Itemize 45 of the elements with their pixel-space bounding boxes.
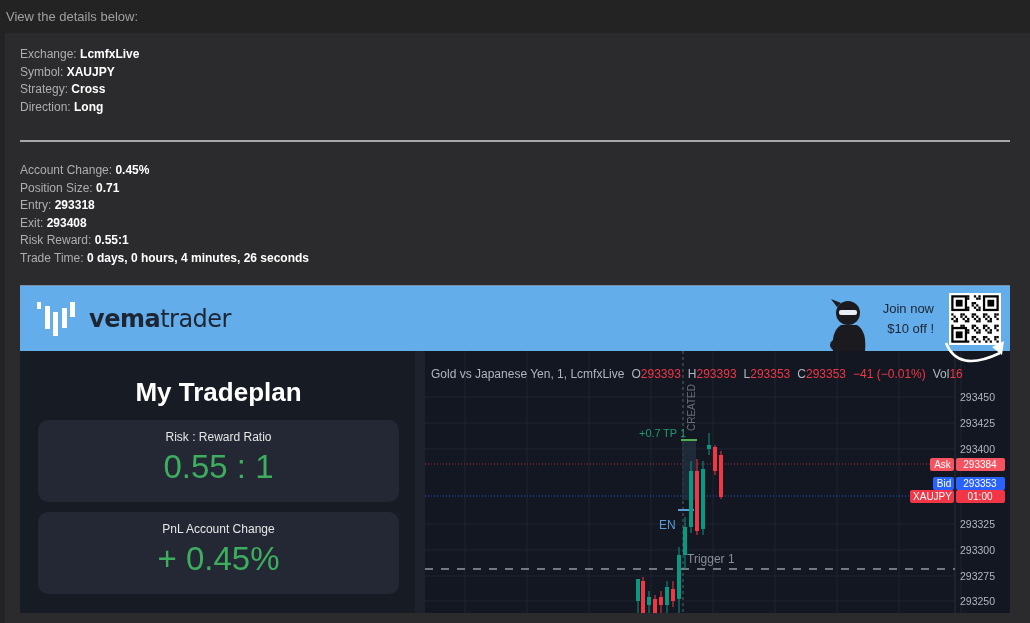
candlestick <box>707 432 711 456</box>
stat-line: Entry: 293318 <box>20 197 96 214</box>
candlestick <box>665 580 669 613</box>
target-line <box>680 439 698 441</box>
price-label: 293400 <box>960 443 996 455</box>
chart-marker-label: +0.7 <box>639 427 661 439</box>
price-label: 293450 <box>960 391 996 403</box>
metric-value: 0.55 : 1 <box>162 448 275 486</box>
chart-marker-label: EN <box>659 518 676 532</box>
brand-name: vematrader <box>89 304 231 333</box>
price-label: 293425 <box>960 417 996 429</box>
candlestick <box>683 516 687 570</box>
promo-text: $10 off ! <box>886 319 934 338</box>
candlestick <box>719 450 723 500</box>
metric-label: PnL Account Change <box>161 522 276 536</box>
intro-text: View the details below: <box>5 8 139 26</box>
stat-line: Position Size: 0.71 <box>20 179 121 197</box>
candlestick <box>647 590 651 613</box>
detail-line: Exchange: LcmfxLive <box>20 46 141 63</box>
candlestick <box>671 580 675 608</box>
metric-value: + 0.45% <box>156 540 281 578</box>
tradeplan-title: My Tradeplan <box>134 376 303 409</box>
chart-legend: Gold vs Japanese Yen, 1, LcmfxLive O293393 H293393 L293353 C293353 −41 (−0.01%) Vol16 <box>431 367 963 381</box>
created-label: CREATED <box>686 384 697 432</box>
stat-line: Risk Reward: 0.55:1 <box>20 232 130 249</box>
qr-code-icon <box>949 292 1001 345</box>
stat-line: Account Change: 0.45% <box>20 162 151 179</box>
promo-text: Join now <box>882 299 934 318</box>
price-label: 293325 <box>960 518 996 530</box>
detail-line: Symbol: XAUJPY <box>20 63 116 81</box>
metric-label: Risk : Reward Ratio <box>164 430 273 444</box>
price-label: 293250 <box>960 595 996 607</box>
candlestick <box>677 546 681 613</box>
stat-line: Trade Time: 0 days, 0 hours, 4 minutes, 26 seconds <box>20 249 310 267</box>
chart-marker-label: TP 1 <box>663 427 687 439</box>
candlestick <box>713 444 717 476</box>
detail-line: Direction: Long <box>20 98 105 116</box>
price-label: 293275 <box>960 570 996 582</box>
candlestick <box>653 594 657 613</box>
candlestick <box>659 590 663 613</box>
stat-line: Exit: 293408 <box>20 214 88 232</box>
detail-line: Strategy: Cross <box>20 81 107 98</box>
bars-logo-icon <box>37 301 77 336</box>
price-label: 293300 <box>960 544 996 556</box>
chart-marker-label: Trigger 1 <box>687 552 735 566</box>
